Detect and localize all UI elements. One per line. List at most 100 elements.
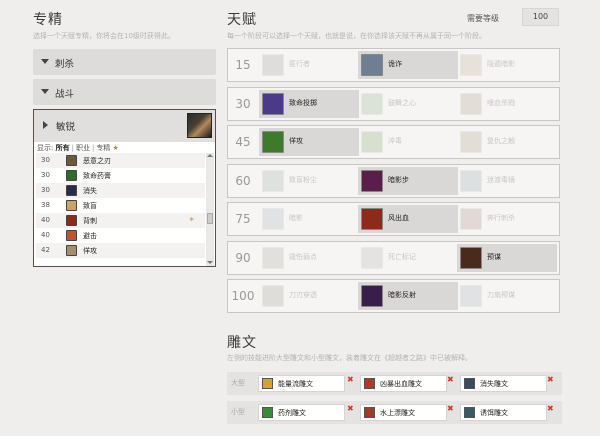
talent-name: 暗影步 [388, 175, 409, 184]
tier-level: 30 [235, 96, 251, 111]
talent-option[interactable]: 复仇之触 [457, 128, 557, 156]
ability-list-item[interactable]: 40 避击 [36, 228, 205, 243]
talent-option[interactable]: 暗影步 [358, 166, 458, 195]
tier-level: 75 [235, 212, 251, 226]
glyph-slot[interactable]: 药剂雕文 [258, 404, 345, 421]
scroll-up-icon[interactable] [207, 154, 213, 157]
talent-name: 刀刃穿透 [289, 291, 317, 299]
tier-level: 90 [235, 250, 251, 265]
talent-option[interactable]: 暗影反射 [358, 282, 458, 310]
spec-row-label: 敏锐 [56, 122, 76, 133]
talent-option[interactable]: 匿行者 [259, 51, 359, 79]
glyph-row: 小型 药剂雕文 ✖ 水上漂雕文 ✖ 诱饵雕文 ✖ [227, 401, 562, 424]
ability-list-item[interactable]: 40 背刺 ✶ [36, 213, 205, 228]
talent-option[interactable]: 佯攻 [259, 128, 359, 156]
talent-tier: 75 暗影 风出血 奔行刺杀 [227, 202, 560, 236]
spec-row-label: 战斗 [55, 89, 75, 100]
talent-option[interactable]: 毁伤弱点 [259, 244, 359, 272]
talent-name: 淬毒 [388, 137, 402, 145]
ability-list-item[interactable]: 42 佯攻 [36, 243, 205, 258]
glyph-slot[interactable]: 水上漂雕文 [360, 404, 447, 421]
talent-icon [361, 169, 383, 192]
spec-portrait-icon [187, 113, 212, 138]
talent-option[interactable]: 淬毒 [358, 128, 458, 156]
ability-name: 消失 [83, 187, 97, 195]
talent-name: 复仇之触 [487, 137, 515, 145]
talent-option[interactable]: 刀刃穿透 [259, 282, 359, 310]
remove-glyph-icon[interactable]: ✖ [547, 404, 554, 413]
talent-option[interactable]: 暗影 [259, 205, 359, 233]
remove-glyph-icon[interactable]: ✖ [447, 404, 454, 413]
talent-option[interactable]: 刀扇预谋 [457, 282, 557, 310]
talent-option[interactable]: 诡诈 [358, 51, 458, 79]
glyph-slot[interactable]: 诱饵雕文 [460, 404, 547, 421]
talent-name: 毁伤弱点 [289, 252, 317, 261]
talent-icon [361, 131, 383, 153]
glyph-row-label: 大型 [231, 379, 245, 387]
talent-name: 暗影 [289, 214, 303, 222]
filter-spec[interactable]: 专精 [96, 144, 110, 152]
talent-icon [262, 285, 284, 307]
talent-option[interactable]: 嗜血杀戮 [457, 90, 557, 118]
tier-level: 100 [231, 289, 255, 303]
talent-icon [460, 285, 482, 307]
talent-icon [460, 246, 482, 269]
remove-glyph-icon[interactable]: ✖ [547, 375, 554, 384]
scroll-thumb[interactable] [207, 213, 213, 224]
filter-star-icon[interactable]: ★ [113, 144, 119, 152]
ability-icon [66, 230, 77, 241]
remove-glyph-icon[interactable]: ✖ [347, 375, 354, 384]
talent-tier: 90 毁伤弱点 死亡标记 预谋 [227, 240, 560, 275]
spec-row-combat[interactable]: 战斗 [33, 79, 216, 105]
tier-level: 60 [235, 173, 251, 188]
scroll-down-icon[interactable] [207, 261, 213, 264]
talent-option[interactable]: 奔行刺杀 [457, 205, 557, 233]
filter-class[interactable]: 职业 [76, 144, 90, 152]
talent-icon [262, 54, 284, 76]
glyph-name: 能量流雕文 [278, 380, 313, 388]
glyph-slot[interactable]: 凶暴出血雕文 [360, 375, 447, 392]
ability-list-item[interactable]: 38 致盲 [36, 198, 205, 213]
talent-tier: 60 致盲粉尘 暗影步 迷渡毒镜 [227, 163, 560, 198]
remove-glyph-icon[interactable]: ✖ [347, 404, 354, 413]
talent-icon [361, 208, 383, 230]
talent-option[interactable]: 迷渡毒镜 [457, 167, 557, 195]
talent-option[interactable]: 死亡标记 [358, 244, 458, 272]
spec-panel-subtlety: 敏锐 显示: 所有 | 职业 | 专精 ★ 30 恶意之刃 30 致命药膏 30 消失 38 致盲 40… [33, 109, 216, 267]
spec-title: 专精 [33, 12, 63, 28]
ability-list-item[interactable]: 30 致命药膏 [36, 168, 205, 183]
talent-icon [262, 246, 284, 269]
talent-option[interactable]: 致盲粉尘 [259, 167, 359, 195]
talent-option[interactable]: 鼓舞之心 [358, 90, 458, 118]
talent-option[interactable]: 隐遁暗影 [457, 51, 557, 79]
talent-icon [460, 92, 482, 115]
ability-icon [66, 185, 77, 196]
talent-option[interactable]: 风出血 [358, 205, 458, 233]
favorite-star-icon[interactable]: ✶ [188, 215, 195, 224]
filter-all[interactable]: 所有 [56, 144, 70, 152]
ability-list-scrollbar[interactable] [206, 153, 214, 266]
glyph-icon [262, 378, 273, 389]
talent-option[interactable]: 致命投掷 [259, 89, 359, 118]
ability-icon [66, 200, 77, 211]
glyph-name: 诱饵雕文 [480, 409, 508, 417]
spec-row-subtlety[interactable]: 敏锐 [34, 110, 215, 142]
remove-glyph-icon[interactable]: ✖ [447, 375, 454, 384]
ability-name: 背刺 [83, 217, 97, 225]
glyph-slot[interactable]: 消失雕文 [460, 375, 547, 392]
spec-row-assassination[interactable]: 刺杀 [33, 49, 216, 75]
required-level-label: 需要等级 [467, 14, 499, 23]
required-level-field[interactable]: 100 [522, 8, 559, 26]
glyph-icon [262, 407, 273, 418]
ability-name: 恶意之刃 [83, 157, 111, 165]
talent-name: 佯攻 [289, 137, 303, 145]
talent-name: 鼓舞之心 [388, 98, 416, 107]
talent-name: 嗜血杀戮 [487, 98, 515, 107]
glyph-slot[interactable]: 能量流雕文 [258, 375, 345, 392]
talent-name: 迷渡毒镜 [487, 175, 515, 184]
talent-option[interactable]: 预谋 [457, 243, 557, 272]
tier-level: 45 [235, 135, 251, 149]
ability-list-item[interactable]: 30 消失 [36, 183, 205, 198]
ability-list-item[interactable]: 30 恶意之刃 [36, 153, 205, 168]
ability-icon [66, 245, 77, 256]
